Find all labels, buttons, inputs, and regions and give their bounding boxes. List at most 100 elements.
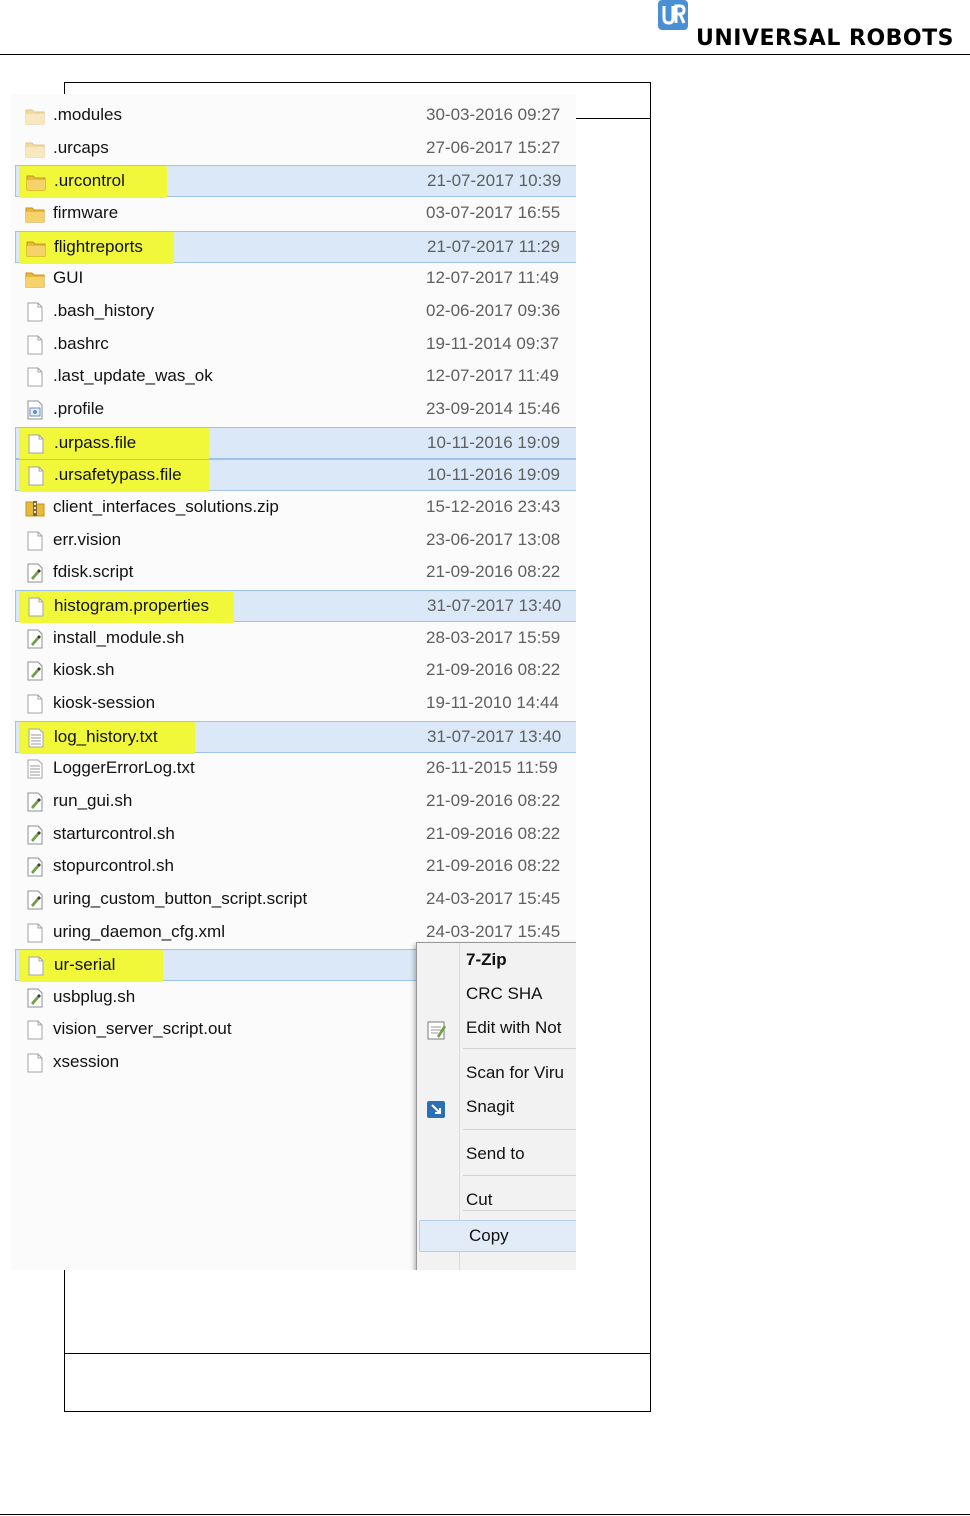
script-file-icon [27, 661, 43, 681]
menu-separator [463, 1129, 576, 1130]
file-row[interactable]: fdisk.script 21-09-2016 08:22 [15, 557, 576, 589]
file-date-modified: 03-07-2017 16:55 [426, 202, 561, 222]
file-name: uring_custom_button_script.script [53, 888, 308, 908]
snagit-icon [427, 1101, 445, 1118]
folder-icon [25, 272, 45, 288]
menu-item-copy[interactable]: Copy [419, 1220, 576, 1252]
file-date-modified: 21-09-2016 08:22 [426, 790, 561, 810]
file-row[interactable]: stopurcontrol.sh 21-09-2016 08:22 [15, 851, 576, 883]
file-name: GUI [53, 268, 84, 288]
menu-item-label: Snagit [466, 1097, 515, 1116]
file-explorer-screenshot: .modules 30-03-2016 09:27 .urcaps 27-06-201… [11, 94, 576, 1270]
file-name: .last_update_was_ok [53, 366, 213, 386]
script-file-icon [27, 988, 43, 1008]
file-date-modified: 23-09-2014 15:46 [426, 398, 561, 418]
folder-icon-faded [25, 109, 45, 125]
file-name: stopurcontrol.sh [53, 856, 174, 876]
file-row[interactable]: run_gui.sh 21-09-2016 08:22 [15, 786, 576, 818]
script-file-icon [27, 890, 43, 910]
file-name: log_history.txt [54, 726, 158, 746]
settings-file-icon [27, 400, 43, 420]
file-row[interactable]: .urpass.file 10-11-2016 19:09 [15, 426, 576, 460]
menu-item-label: Cut [466, 1190, 493, 1209]
folder-icon [26, 175, 46, 191]
menu-item-send-to[interactable]: Send to [417, 1139, 576, 1171]
file-date-modified: 12-07-2017 11:49 [426, 366, 559, 386]
file-date-modified: 24-03-2017 15:45 [426, 921, 561, 941]
blank-file-icon [28, 434, 44, 454]
file-date-modified: 26-11-2015 11:59 [426, 758, 558, 778]
file-name: kiosk-session [53, 692, 156, 712]
file-row[interactable]: .ursafetypass.file 10-11-2016 19:09 [15, 459, 576, 493]
file-row[interactable]: .bash_history 02-06-2017 09:36 [15, 296, 576, 328]
file-name: .bashrc [53, 333, 109, 353]
file-row[interactable]: client_interfaces_solutions.zip 15-12-201… [15, 492, 576, 524]
blank-file-icon [28, 466, 44, 486]
file-row[interactable]: kiosk.sh 21-09-2016 08:22 [15, 655, 576, 687]
file-name: xsession [53, 1052, 120, 1072]
file-date-modified: 28-03-2017 15:59 [426, 627, 561, 647]
ur-logo-mark-icon [658, 0, 688, 30]
file-name: firmware [53, 202, 119, 222]
file-row[interactable]: GUI 12-07-2017 11:49 [15, 263, 576, 295]
blank-file-icon [27, 302, 43, 322]
file-date-modified: 31-07-2017 13:40 [427, 726, 562, 746]
file-row[interactable]: .last_update_was_ok 12-07-2017 11:49 [15, 361, 576, 393]
script-file-icon [27, 629, 43, 649]
file-row[interactable]: log_history.txt 31-07-2017 13:40 [15, 720, 576, 754]
brand-name: UNIVERSAL ROBOTS [696, 26, 954, 51]
file-row[interactable]: .urcontrol 21-07-2017 10:39 [15, 165, 576, 199]
file-name: .urcaps [53, 137, 109, 157]
file-name: uring_daemon_cfg.xml [53, 921, 225, 941]
file-date-modified: 15-12-2016 23:43 [426, 496, 561, 516]
file-row[interactable]: flightreports 21-07-2017 11:29 [15, 230, 576, 264]
file-row[interactable]: .urcaps 27-06-2017 15:27 [15, 133, 576, 165]
file-date-modified: 02-06-2017 09:36 [426, 300, 561, 320]
file-date-modified: 10-11-2016 19:09 [427, 432, 560, 452]
menu-item-label: CRC SHA [466, 984, 543, 1003]
menu-item-scan-for-viru[interactable]: Scan for Viru [417, 1058, 576, 1090]
file-row[interactable]: .bashrc 19-11-2014 09:37 [15, 329, 576, 361]
brand-logo: UNIVERSAL ROBOTS [658, 0, 970, 54]
menu-item-cut[interactable]: Cut [417, 1185, 576, 1217]
blank-file-icon [27, 531, 43, 551]
zip-file-icon [25, 500, 45, 517]
file-date-modified: 27-06-2017 15:27 [426, 137, 561, 157]
file-date-modified: 10-11-2016 19:09 [427, 465, 560, 485]
menu-item-edit-with-not[interactable]: Edit with Not [417, 1013, 576, 1045]
file-date-modified: 19-11-2014 09:37 [426, 333, 559, 353]
file-row[interactable]: .modules 30-03-2016 09:27 [15, 100, 576, 132]
file-name: usbplug.sh [53, 986, 136, 1006]
menu-separator [463, 1175, 576, 1176]
file-row[interactable]: .profile 23-09-2014 15:46 [15, 394, 576, 426]
file-date-modified: 30-03-2016 09:27 [426, 105, 561, 124]
file-row[interactable]: install_module.sh 28-03-2017 15:59 [15, 623, 576, 655]
menu-item-7-zip[interactable]: 7-Zip [417, 945, 576, 977]
file-date-modified: 21-09-2016 08:22 [426, 823, 561, 843]
file-row[interactable]: err.vision 23-06-2017 13:08 [15, 525, 576, 557]
menu-item-label: Copy [469, 1226, 509, 1245]
file-row[interactable]: kiosk-session 19-11-2010 14:44 [15, 688, 576, 720]
folder-icon [26, 241, 46, 257]
menu-item-label: 7-Zip [466, 950, 507, 969]
menu-item-snagit[interactable]: Snagit [417, 1092, 576, 1124]
file-name: starturcontrol.sh [53, 823, 175, 843]
script-file-icon [27, 563, 43, 583]
file-name: .bash_history [53, 300, 155, 320]
file-row[interactable]: LoggerErrorLog.txt 26-11-2015 11:59 [15, 753, 576, 785]
menu-item-crc-sha[interactable]: CRC SHA [417, 979, 576, 1011]
file-row[interactable]: histogram.properties 31-07-2017 13:40 [15, 589, 576, 623]
file-row[interactable]: uring_custom_button_script.script 24-03-2… [15, 884, 576, 916]
file-name: fdisk.script [53, 562, 134, 582]
file-row[interactable]: starturcontrol.sh 21-09-2016 08:22 [15, 819, 576, 851]
file-date-modified: 21-07-2017 11:29 [427, 236, 560, 256]
blank-file-icon [27, 694, 43, 714]
file-name: .profile [53, 398, 105, 418]
file-date-modified: 31-07-2017 13:40 [427, 595, 562, 615]
menu-item-label: Send to [466, 1144, 525, 1163]
menu-item-label: Scan for Viru [466, 1063, 564, 1082]
file-name: .ursafetypass.file [54, 465, 182, 485]
folder-icon-faded [25, 142, 45, 158]
file-name: client_interfaces_solutions.zip [53, 496, 279, 516]
file-row[interactable]: firmware 03-07-2017 16:55 [15, 198, 576, 230]
